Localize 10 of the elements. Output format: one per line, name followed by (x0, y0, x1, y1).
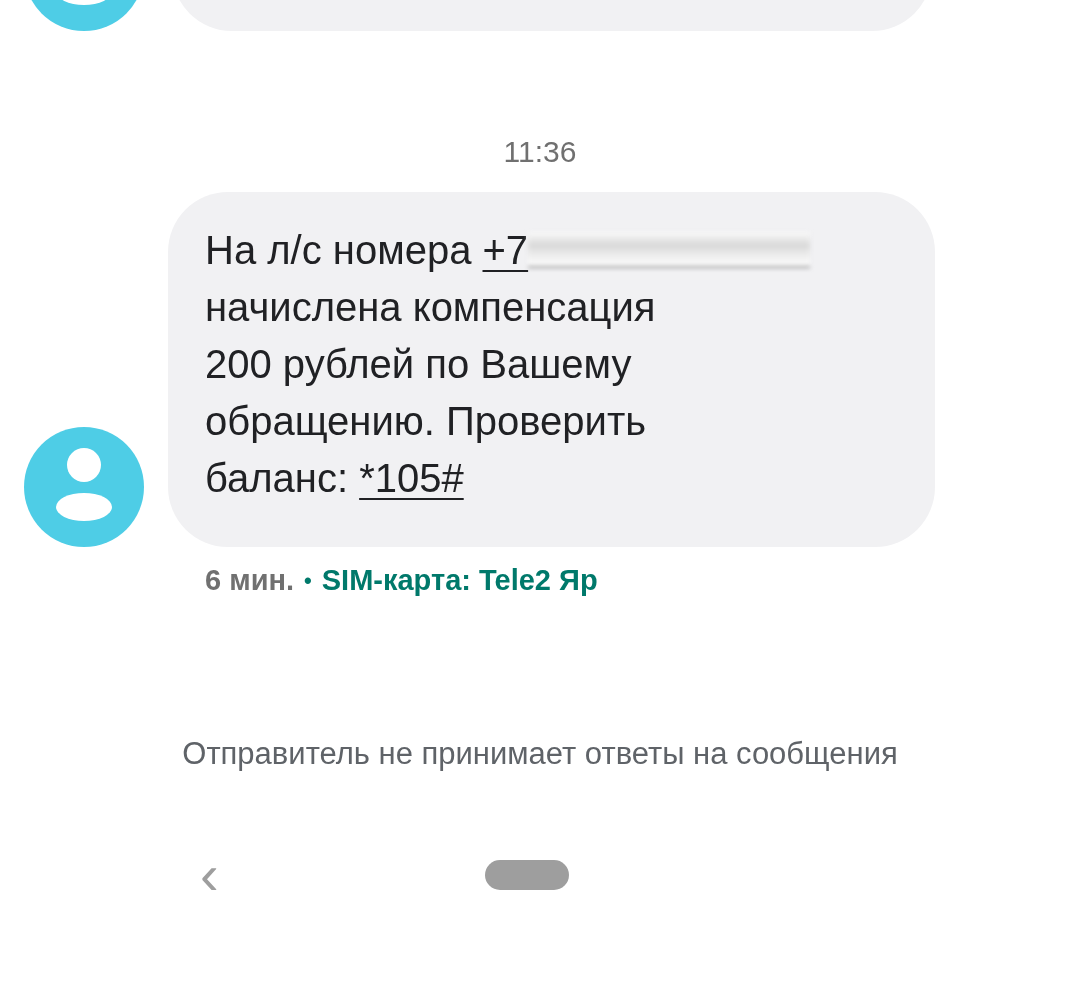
home-button[interactable] (484, 860, 569, 890)
message-text: На л/с номера +7 начислена компенсация 200 рублей по Вашему обращению. Проверить баланс: *105# (205, 222, 898, 507)
sim-label: SIM-карта: Tele2 Яр (321, 563, 598, 598)
notice-text: Отправитель не принимает ответы на сообщения (181, 734, 899, 773)
timestamp: 11:36 (502, 134, 578, 170)
message-age: 6 мин. (205, 563, 295, 598)
ussd-link[interactable]: *105# (359, 456, 464, 500)
avatar-icon (24, 427, 144, 547)
separator-dot: • (304, 567, 312, 596)
phone-link[interactable]: +7 (482, 228, 529, 272)
